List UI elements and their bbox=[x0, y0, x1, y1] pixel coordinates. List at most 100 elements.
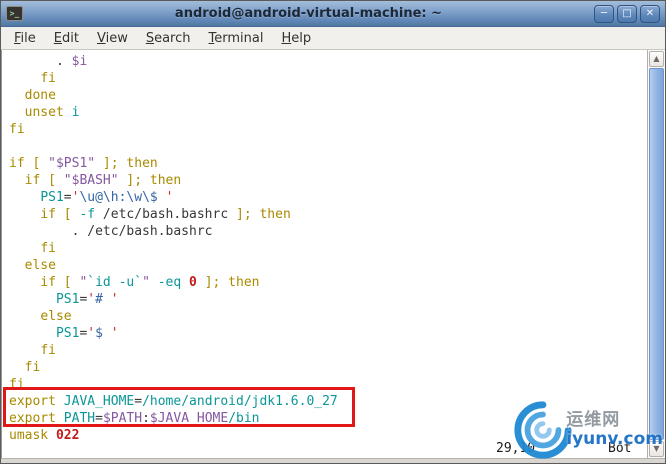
titlebar[interactable]: >_ android@android-virtual-machine: ~ ─ … bbox=[1, 1, 665, 27]
code-segment: `id -u` bbox=[87, 275, 143, 290]
menu-edit[interactable]: Edit bbox=[45, 29, 88, 48]
code-segment: if [ bbox=[24, 173, 64, 188]
code-line: if [ "`id -u`" -eq 0 ]; then bbox=[9, 274, 647, 291]
code-segment: PS1 bbox=[55, 326, 80, 341]
code-segment: \u@\h:\w\$ bbox=[79, 190, 158, 205]
code-segment: else bbox=[40, 309, 72, 324]
code-segment: PS1 bbox=[40, 190, 64, 205]
terminal-area: . $i fi done unset i fi if [ "$PS1" ]; th… bbox=[1, 50, 665, 458]
maximize-button[interactable]: □ bbox=[617, 4, 637, 23]
menu-help[interactable]: Help bbox=[272, 29, 320, 48]
code-segment: if [ bbox=[9, 156, 49, 171]
code-segment: ]; then bbox=[236, 207, 291, 222]
code-segment: fi bbox=[24, 360, 41, 375]
code-segment: "$PS1" bbox=[48, 156, 96, 171]
code-line: fi bbox=[9, 376, 647, 393]
code-segment: " bbox=[142, 275, 150, 290]
code-line: fi bbox=[9, 359, 647, 376]
code-line: fi bbox=[9, 342, 647, 359]
menubar: File Edit View Search Terminal Help bbox=[1, 27, 665, 50]
scroll-down-button[interactable]: ▼ bbox=[649, 441, 664, 457]
code-segment: . bbox=[9, 54, 72, 69]
code-segment: $JAVA_HOME bbox=[149, 411, 229, 426]
window-title: android@android-virtual-machine: ~ bbox=[174, 6, 443, 21]
code-segment: : bbox=[142, 411, 150, 426]
code-segment: export bbox=[9, 394, 56, 409]
code-line: PS1='\u@\h:\w\$ ' bbox=[9, 189, 647, 206]
scrollbar[interactable]: ▲ ▼ bbox=[647, 50, 665, 458]
code-segment: export bbox=[9, 411, 56, 426]
code-line: if [ "$BASH" ]; then bbox=[9, 172, 647, 189]
menu-view[interactable]: View bbox=[88, 29, 137, 48]
code-line: PS1='# ' bbox=[9, 291, 647, 308]
close-button[interactable]: ✕ bbox=[640, 4, 660, 23]
code-segment: $ bbox=[95, 326, 103, 341]
code-segment: if [ bbox=[40, 207, 80, 222]
code-line: export JAVA_HOME=/home/android/jdk1.6.0_… bbox=[9, 393, 647, 410]
minimize-button[interactable]: ─ bbox=[594, 4, 614, 23]
code-segment: PATH bbox=[63, 411, 96, 426]
window-bottom-edge[interactable] bbox=[1, 458, 665, 463]
code-segment: ]; then bbox=[196, 275, 260, 290]
scroll-up-button[interactable]: ▲ bbox=[649, 51, 664, 67]
chevron-down-icon: ▼ bbox=[653, 444, 660, 453]
code-segment: fi bbox=[9, 122, 25, 137]
code-segment: fi bbox=[40, 343, 56, 358]
code-segment: if [ bbox=[40, 275, 80, 290]
code-line: fi bbox=[9, 240, 647, 257]
code-line: if [ -f /etc/bash.bashrc ]; then bbox=[9, 206, 647, 223]
menu-terminal[interactable]: Terminal bbox=[200, 29, 273, 48]
code-segment: /bin bbox=[228, 411, 260, 426]
code-segment: unset bbox=[24, 105, 64, 120]
code-line: else bbox=[9, 308, 647, 325]
code-segment: done bbox=[24, 88, 56, 103]
menu-search[interactable]: Search bbox=[137, 29, 200, 48]
code-segment: fi bbox=[40, 71, 56, 86]
code-line: if [ "$PS1" ]; then bbox=[9, 155, 647, 172]
vim-status-line: -- INSERT -- 29,10 Bot bbox=[9, 440, 647, 457]
code-segment: $i bbox=[71, 54, 88, 69]
code-segment: ]; then bbox=[95, 156, 158, 171]
code-segment: = bbox=[95, 411, 103, 426]
code-segment: ]; then bbox=[118, 173, 182, 188]
terminal-content[interactable]: . $i fi done unset i fi if [ "$PS1" ]; th… bbox=[1, 50, 647, 458]
code-segment: 0 bbox=[189, 275, 197, 290]
vim-ruler: 29,10 bbox=[496, 441, 536, 456]
scrollbar-thumb[interactable] bbox=[649, 68, 664, 440]
code-segment: /home/android/jdk1.6.0_27 bbox=[142, 394, 338, 409]
code-line: else bbox=[9, 257, 647, 274]
code-line: . $i bbox=[9, 53, 647, 70]
code-segment: else bbox=[24, 258, 56, 273]
code-segment: = bbox=[134, 394, 143, 409]
vim-scroll-position: Bot bbox=[608, 441, 632, 456]
menu-file[interactable]: File bbox=[5, 29, 45, 48]
code-segment: ' bbox=[87, 292, 96, 307]
code-segment: $PATH bbox=[102, 411, 143, 426]
code-segment: ' bbox=[87, 326, 96, 341]
code-segment: JAVA_HOME bbox=[63, 394, 135, 409]
code-segment: . /etc/bash.bashrc bbox=[9, 224, 213, 239]
code-segment: i bbox=[71, 105, 80, 120]
code-line: PS1='$ ' bbox=[9, 325, 647, 342]
terminal-app-icon: >_ bbox=[6, 6, 23, 21]
code-segment: -eq bbox=[157, 275, 182, 290]
code-segment: ' bbox=[110, 326, 119, 341]
